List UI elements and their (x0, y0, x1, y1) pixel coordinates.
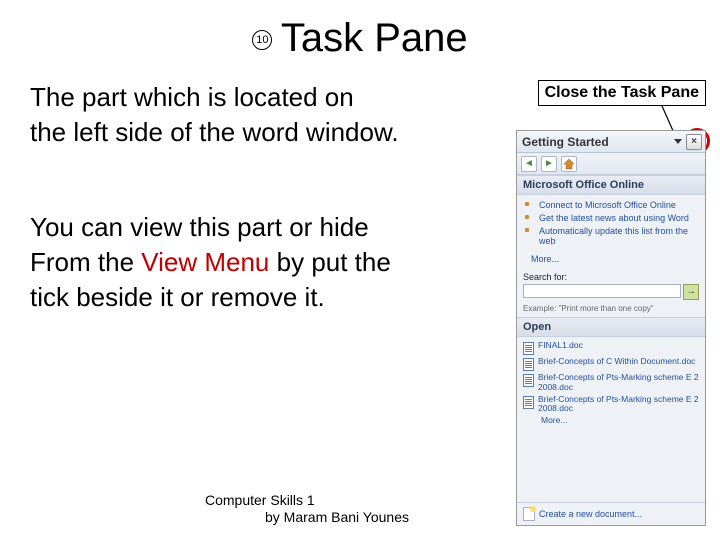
doc-icon (523, 396, 534, 409)
search-example: Example: "Print more than one copy" (523, 304, 699, 313)
task-pane: Getting Started × ◄ ► Microsoft Office O… (516, 130, 706, 526)
para1-line2: the left side of the word window. (30, 115, 480, 150)
search-go-button[interactable]: → (683, 284, 699, 300)
office-link[interactable]: Automatically update this list from the … (531, 225, 699, 249)
nav-forward-button[interactable]: ► (541, 156, 557, 172)
close-callout-label: Close the Task Pane (538, 80, 706, 106)
task-pane-dropdown-caret-icon[interactable] (674, 139, 682, 144)
recent-files-more[interactable]: More... (523, 415, 699, 425)
office-online-links: Connect to Microsoft Office Online Get t… (517, 195, 705, 254)
recent-files-list: FINAL1.doc Brief-Concepts of C Within Do… (517, 337, 705, 428)
task-pane-nav: ◄ ► (517, 153, 705, 175)
office-link[interactable]: Get the latest news about using Word (531, 212, 699, 225)
section-office-online: Microsoft Office Online (517, 175, 705, 195)
footer-line1: Computer Skills 1 (205, 492, 409, 509)
nav-back-button[interactable]: ◄ (521, 156, 537, 172)
para2-line3: tick beside it or remove it. (30, 280, 480, 315)
recent-file[interactable]: Brief-Concepts of Pts-Marking scheme E 2… (523, 372, 699, 394)
footer-line2: by Maram Bani Younes (205, 509, 409, 526)
task-pane-body: ◄ ► Microsoft Office Online Connect to M… (517, 153, 705, 525)
home-icon (563, 158, 575, 170)
task-pane-titlebar: Getting Started × (517, 131, 705, 153)
slide-footer: Computer Skills 1 by Maram Bani Younes (205, 492, 409, 526)
task-pane-close-button[interactable]: × (686, 134, 702, 150)
para1-line1: The part which is located on (30, 80, 480, 115)
slide-title-row: 10 Task Pane (0, 16, 720, 61)
recent-file[interactable]: FINAL1.doc (523, 340, 699, 356)
slide-number-badge: 10 (252, 30, 272, 50)
slide-title: Task Pane (281, 16, 468, 61)
recent-file[interactable]: Brief-Concepts of C Within Document.doc (523, 356, 699, 372)
para2-line1: You can view this part or hide (30, 210, 480, 245)
office-link[interactable]: Connect to Microsoft Office Online (531, 199, 699, 212)
doc-icon (523, 358, 534, 371)
doc-icon (523, 374, 534, 387)
search-input[interactable] (523, 284, 681, 298)
task-pane-title: Getting Started (520, 135, 674, 149)
nav-home-button[interactable] (561, 156, 577, 172)
create-new-row[interactable]: Create a new document... (517, 502, 705, 525)
new-document-icon (523, 507, 535, 521)
office-more-link[interactable]: More... (517, 254, 705, 264)
view-menu-highlight: View Menu (141, 247, 269, 277)
create-new-link[interactable]: Create a new document... (539, 509, 642, 519)
search-label: Search for: (523, 272, 699, 282)
recent-file[interactable]: Brief-Concepts of Pts-Marking scheme E 2… (523, 394, 699, 416)
para2-line2: From the View Menu by put the (30, 245, 480, 280)
section-open: Open (517, 317, 705, 337)
slide-body: The part which is located on the left si… (30, 80, 480, 315)
search-block: Search for: → Example: "Print more than … (517, 268, 705, 317)
doc-icon (523, 342, 534, 355)
